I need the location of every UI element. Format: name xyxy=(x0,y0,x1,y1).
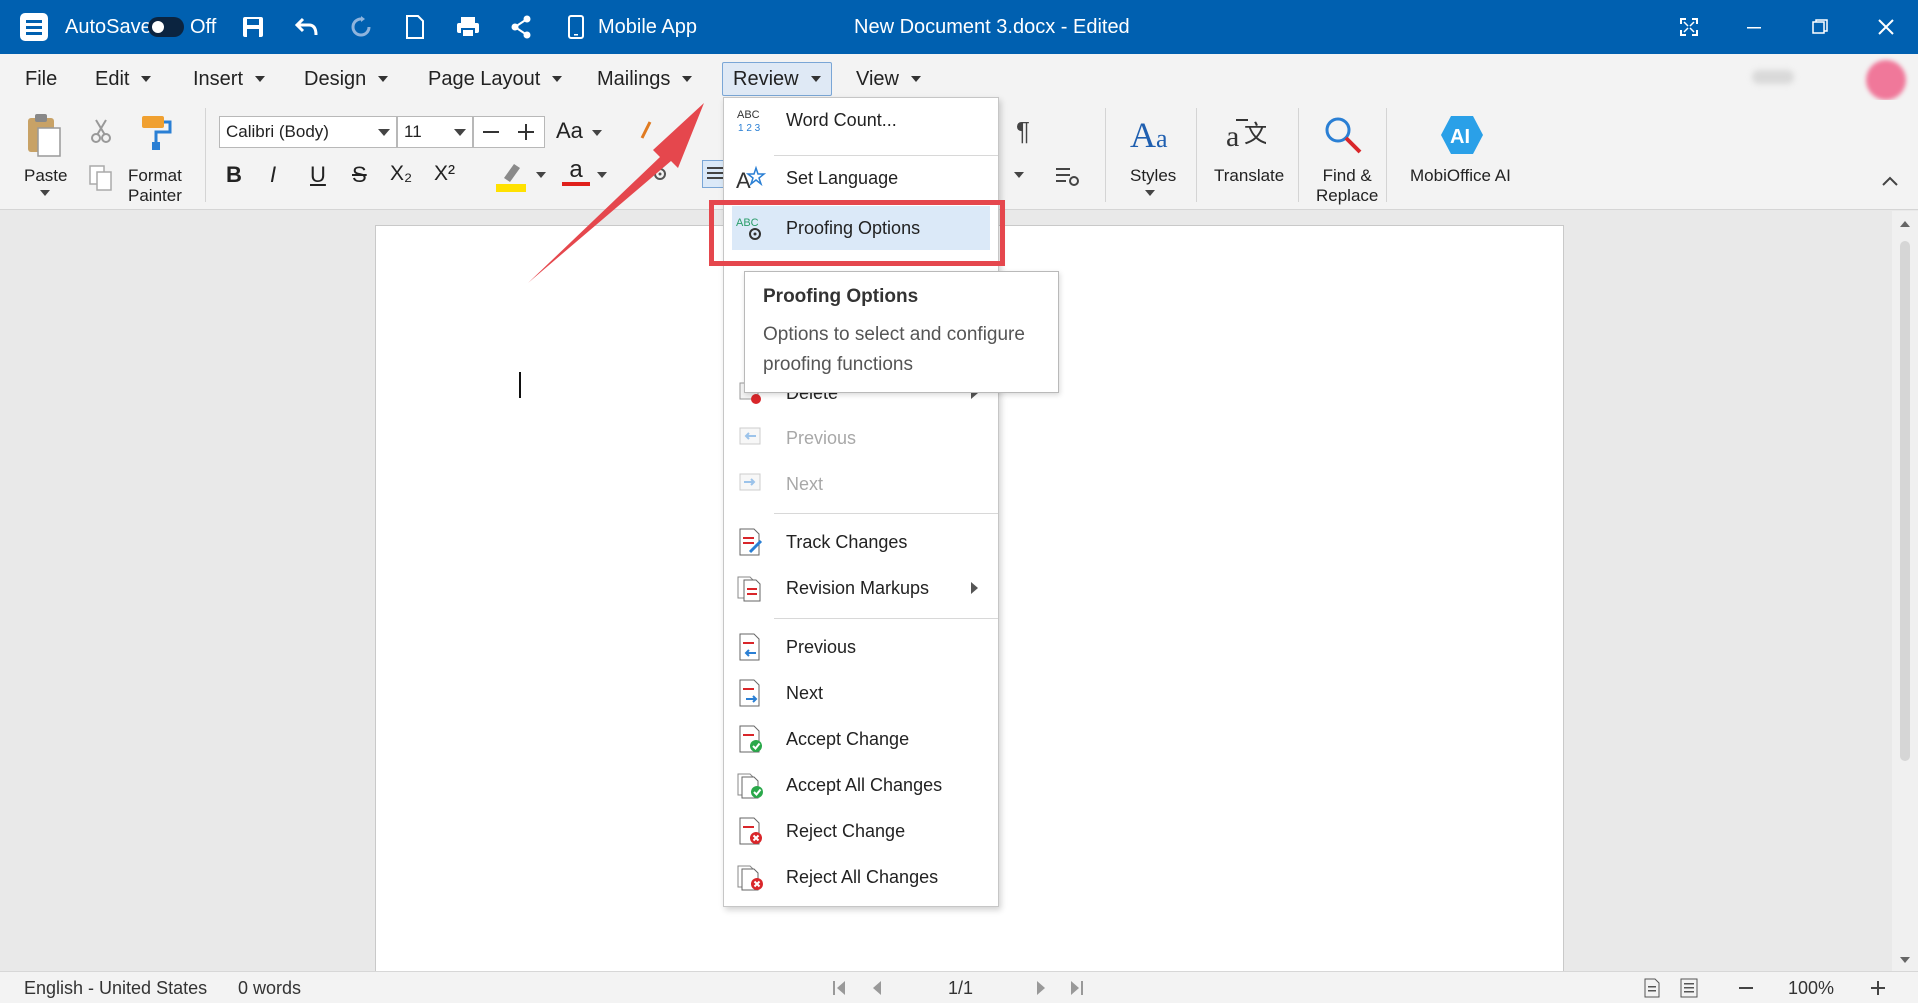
print-layout-icon[interactable] xyxy=(1644,976,1660,1000)
zoom-level[interactable]: 100% xyxy=(1788,976,1834,1000)
page-indicator[interactable]: 1/1 xyxy=(948,976,973,1000)
annotation-arrow-icon xyxy=(528,103,704,283)
language-status[interactable]: English - United States xyxy=(24,976,207,1000)
status-bar: English - United States 0 words 1/1 100% xyxy=(0,971,1918,1003)
zoom-out-icon[interactable] xyxy=(1738,976,1754,1000)
last-page-icon[interactable] xyxy=(1070,976,1084,1000)
web-layout-icon[interactable] xyxy=(1680,976,1698,1000)
word-count-status[interactable]: 0 words xyxy=(238,976,301,1000)
zoom-in-icon[interactable] xyxy=(1870,976,1886,1000)
previous-page-icon[interactable] xyxy=(872,976,882,1000)
next-page-icon[interactable] xyxy=(1036,976,1046,1000)
first-page-icon[interactable] xyxy=(832,976,846,1000)
